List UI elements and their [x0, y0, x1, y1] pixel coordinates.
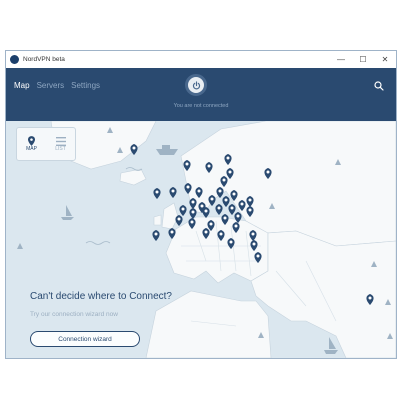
- landmass-europe: [165, 216, 269, 284]
- landmass-ireland: [153, 214, 162, 226]
- pin-center-dot: [223, 216, 227, 220]
- location-pin-icon: [28, 136, 35, 146]
- pin-center-dot: [226, 156, 230, 160]
- list-icon: [55, 136, 66, 146]
- map-view-toggle[interactable]: MAP: [17, 128, 46, 160]
- pin-center-dot: [204, 230, 208, 234]
- maximize-button[interactable]: ☐: [352, 51, 374, 68]
- pin-center-dot: [229, 240, 233, 244]
- pin-center-dot: [170, 230, 174, 234]
- window-controls: — ☐ ✕: [330, 51, 396, 68]
- app-header: Map Servers Settings You are not connect…: [6, 68, 396, 121]
- pin-center-dot: [236, 214, 240, 218]
- power-button[interactable]: [185, 74, 207, 96]
- pin-center-dot: [190, 220, 194, 224]
- title-bar: NordVPN beta — ☐ ✕: [6, 51, 396, 68]
- pin-center-dot: [248, 198, 252, 202]
- window-title: NordVPN beta: [23, 56, 65, 63]
- pin-center-dot: [185, 162, 189, 166]
- power-icon: [192, 80, 200, 89]
- pin-center-dot: [368, 296, 372, 300]
- pin-center-dot: [252, 242, 256, 246]
- pin-center-dot: [191, 200, 195, 204]
- nav-tabs: Map Servers Settings: [14, 81, 100, 90]
- pin-center-dot: [204, 209, 208, 213]
- pin-center-dot: [218, 189, 222, 193]
- pin-center-dot: [251, 232, 255, 236]
- tab-map[interactable]: Map: [14, 81, 30, 90]
- pin-center-dot: [240, 202, 244, 206]
- pin-center-dot: [177, 217, 181, 221]
- pin-center-dot: [186, 185, 190, 189]
- pin-center-dot: [155, 190, 159, 194]
- list-view-label: LIST: [55, 145, 66, 152]
- promo-subtitle: Try our connection wizard now: [30, 311, 118, 318]
- pin-center-dot: [219, 232, 223, 236]
- promo-title: Can't decide where to Connect?: [30, 291, 172, 302]
- list-view-toggle[interactable]: LIST: [46, 128, 75, 160]
- search-icon[interactable]: [374, 81, 384, 91]
- pin-center-dot: [256, 254, 260, 258]
- tab-servers[interactable]: Servers: [37, 81, 65, 90]
- pin-center-dot: [154, 232, 158, 236]
- view-toggle: MAP LIST: [16, 127, 76, 161]
- pin-center-dot: [197, 189, 201, 193]
- pin-center-dot: [209, 222, 213, 226]
- pin-center-dot: [217, 206, 221, 210]
- pin-center-dot: [224, 198, 228, 202]
- pin-center-dot: [234, 224, 238, 228]
- pin-center-dot: [171, 189, 175, 193]
- connection-status: You are not connected: [173, 103, 229, 109]
- tab-settings[interactable]: Settings: [71, 81, 100, 90]
- pin-center-dot: [266, 170, 270, 174]
- pin-center-dot: [191, 210, 195, 214]
- minimize-button[interactable]: —: [330, 51, 352, 68]
- pin-center-dot: [222, 178, 226, 182]
- pin-center-dot: [232, 192, 236, 196]
- pin-center-dot: [228, 170, 232, 174]
- connection-wizard-button[interactable]: Connection wizard: [30, 331, 140, 347]
- pin-center-dot: [200, 204, 204, 208]
- pin-center-dot: [230, 206, 234, 210]
- pin-center-dot: [207, 164, 211, 168]
- pin-center-dot: [181, 207, 185, 211]
- close-button[interactable]: ✕: [374, 51, 396, 68]
- map-view-label: MAP: [26, 146, 37, 152]
- pin-center-dot: [248, 208, 252, 212]
- nordvpn-logo-icon: [10, 55, 19, 64]
- pin-center-dot: [132, 146, 136, 150]
- pin-center-dot: [210, 197, 214, 201]
